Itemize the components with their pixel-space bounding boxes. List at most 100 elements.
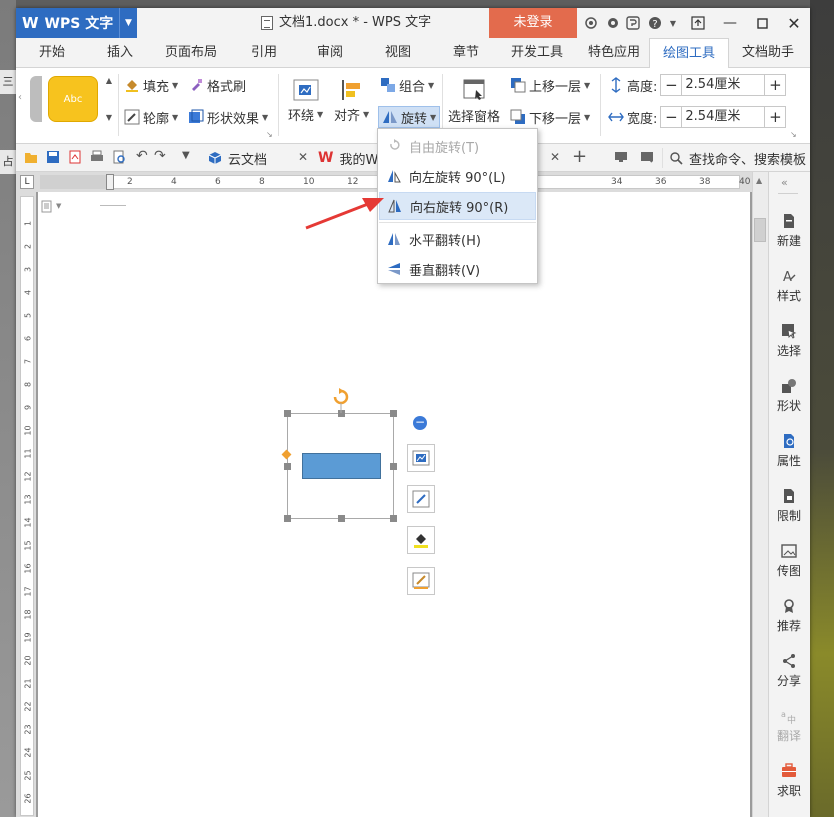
tab-special[interactable]: 特色应用 (578, 38, 650, 68)
login-button[interactable]: 未登录 (489, 8, 577, 38)
panel-style-button[interactable]: A 样式 (768, 268, 810, 304)
save-icon[interactable] (46, 150, 60, 164)
width-input[interactable]: 2.54厘米 (681, 107, 766, 127)
resize-handle[interactable] (284, 515, 291, 522)
panel-translate-button[interactable]: a中 翻译 (768, 708, 810, 744)
bring-forward-button[interactable]: 上移一层 ▼ (510, 74, 590, 96)
panel-restrict-button[interactable]: 限制 (768, 488, 810, 524)
panel-upload-image-button[interactable]: 传图 (768, 543, 810, 579)
close-button[interactable]: ✕ (778, 8, 810, 38)
paragraph-layout-icon[interactable] (40, 200, 54, 214)
help-icon[interactable]: ? (646, 14, 664, 32)
customize-toolbar-icon[interactable]: ▼ (182, 150, 190, 161)
minimize-button[interactable]: — (714, 8, 746, 38)
new-tab-icon[interactable]: + (572, 146, 587, 167)
resize-handle[interactable] (338, 515, 345, 522)
close-tab-icon[interactable]: ✕ (550, 150, 560, 164)
my-wps-tab[interactable]: W 我的W (318, 144, 378, 172)
print-icon[interactable] (90, 150, 104, 164)
tab-drawing-tools[interactable]: 绘图工具 (649, 38, 729, 69)
maximize-button[interactable] (746, 8, 778, 38)
undo-icon[interactable]: ↶ (136, 148, 148, 164)
vertical-scrollbar[interactable]: ▲ (752, 172, 768, 817)
restore-layout-icon[interactable] (682, 8, 714, 38)
settings-icon[interactable] (604, 14, 622, 32)
scrollbar-thumb[interactable] (754, 218, 766, 242)
print-preview-icon[interactable] (112, 150, 126, 164)
size-dialog-launcher-icon[interactable]: ↘ (790, 130, 797, 139)
panel-job-button[interactable]: 求职 (768, 763, 810, 799)
width-decrease-button[interactable]: − (661, 107, 681, 127)
height-stepper[interactable]: − 2.54厘米 + (660, 74, 787, 96)
float-edit-shape-button[interactable] (407, 485, 435, 513)
menu-item-rotate-right[interactable]: 向右旋转 90°(R) (379, 192, 536, 220)
open-folder-icon[interactable] (24, 150, 38, 164)
document-page[interactable]: ▼ (38, 192, 750, 817)
rotate-button[interactable]: 旋转 ▼ (378, 106, 441, 128)
resize-handle[interactable] (284, 410, 291, 417)
scroll-up-icon[interactable]: ▲ (756, 176, 762, 185)
resize-handle[interactable] (390, 463, 397, 470)
height-increase-button[interactable]: + (765, 75, 785, 95)
fill-button[interactable]: 填充 ▼ (124, 74, 178, 96)
feedback-icon[interactable] (624, 14, 642, 32)
resize-handle[interactable] (284, 463, 291, 470)
indent-marker[interactable] (106, 174, 114, 190)
rotation-handle-icon[interactable] (330, 388, 352, 414)
float-outline-button[interactable] (407, 567, 435, 595)
tab-insert[interactable]: 插入 (94, 38, 146, 68)
menu-item-flip-horizontal[interactable]: 水平翻转(H) (379, 225, 536, 253)
tab-view[interactable]: 视图 (372, 38, 424, 68)
shape-effects-button[interactable]: 形状效果 ▼ (188, 106, 268, 128)
rectangle-shape[interactable] (302, 453, 381, 479)
panel-share-button[interactable]: 分享 (768, 653, 810, 689)
height-decrease-button[interactable]: − (661, 75, 681, 95)
float-fill-button[interactable] (407, 526, 435, 554)
tab-references[interactable]: 引用 (238, 38, 290, 68)
menu-item-rotate-left[interactable]: 向左旋转 90°(L) (379, 162, 536, 190)
tab-doc-assistant[interactable]: 文档助手 (732, 38, 804, 68)
resize-handle[interactable] (390, 515, 397, 522)
outline-button[interactable]: 轮廓 ▼ (124, 106, 178, 128)
float-layout-button[interactable] (407, 444, 435, 472)
shape-style-preview[interactable]: Abc (48, 76, 98, 122)
panel-properties-button[interactable]: 属性 (768, 433, 810, 469)
app-menu-button[interactable]: W WPS 文字 (16, 8, 119, 38)
app-menu-dropdown-icon[interactable]: ▼ (119, 8, 137, 38)
width-increase-button[interactable]: + (765, 107, 785, 127)
wrap-button[interactable]: 环绕 ▼ (288, 78, 323, 124)
send-backward-button[interactable]: 下移一层 ▼ (510, 106, 590, 128)
tab-home[interactable]: 开始 (26, 38, 78, 68)
selection-pane-button[interactable]: 选择窗格 (448, 78, 500, 125)
align-button[interactable]: 对齐 ▼ (334, 78, 369, 124)
tab-review[interactable]: 审阅 (304, 38, 356, 68)
export-pdf-icon[interactable] (68, 150, 82, 164)
width-stepper[interactable]: − 2.54厘米 + (660, 106, 787, 128)
tab-list-icon[interactable] (614, 150, 628, 164)
paragraph-layout-dropdown-icon[interactable]: ▼ (56, 202, 61, 210)
tab-section[interactable]: 章节 (440, 38, 492, 68)
style-gallery-scroll[interactable]: ▲ ▼ (104, 76, 114, 122)
panel-collapse-icon[interactable]: « (781, 176, 795, 189)
menu-item-free-rotate[interactable]: 自由旋转(T) (379, 132, 536, 160)
panel-select-button[interactable]: 选择 (768, 323, 810, 359)
height-input[interactable]: 2.54厘米 (681, 75, 766, 95)
ribbon-scroll-left-icon[interactable]: ‹ (18, 92, 26, 103)
group-button[interactable]: 组合 ▼ (380, 74, 434, 96)
menu-item-flip-vertical[interactable]: 垂直翻转(V) (379, 255, 536, 283)
redo-icon[interactable]: ↷ (154, 148, 166, 164)
style-gallery-prev[interactable] (30, 76, 42, 122)
panel-new-button[interactable]: 新建 (768, 213, 810, 249)
window-list-icon[interactable] (640, 150, 654, 164)
tab-developer[interactable]: 开发工具 (502, 38, 572, 68)
tab-stop-selector[interactable]: L (20, 175, 34, 189)
dialog-launcher-icon[interactable]: ↘ (266, 130, 273, 139)
resize-handle[interactable] (390, 410, 397, 417)
command-search[interactable]: 查找命令、搜索模板 (670, 144, 806, 172)
panel-shape-button[interactable]: 形状 (768, 378, 810, 414)
help-dropdown-icon[interactable]: ▼ (664, 14, 682, 32)
tab-page-layout[interactable]: 页面布局 (156, 38, 226, 68)
panel-recommend-button[interactable]: 推荐 (768, 598, 810, 634)
format-painter-button[interactable]: 格式刷 (188, 74, 246, 96)
cloud-docs-tab[interactable]: 云文档 (208, 144, 267, 172)
